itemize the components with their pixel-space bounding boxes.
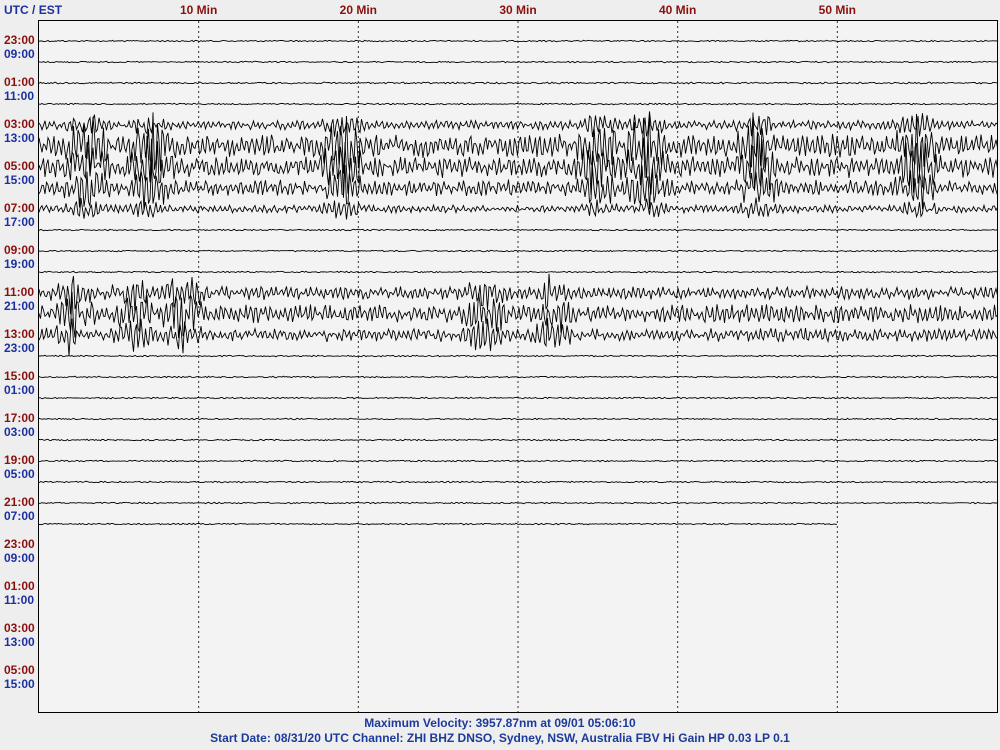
est-time-label: 15:00 [4, 173, 35, 187]
seismic-trace-row [39, 39, 997, 43]
utc-time-label: 23:00 [4, 537, 35, 551]
utc-time-label: 01:00 [4, 579, 35, 593]
seismic-trace-row [39, 102, 997, 106]
start-info-text: Start Date: 08/31/20 UTC Channel: ZHI BH… [210, 731, 790, 745]
est-time-label: 01:00 [4, 383, 35, 397]
utc-time-label: 13:00 [4, 327, 35, 341]
utc-time-label: 23:00 [4, 33, 35, 47]
utc-time-label: 17:00 [4, 411, 35, 425]
header-separator: / [32, 3, 36, 17]
minute-tick-label: 30 Min [499, 3, 537, 17]
time-zone-header: UTC / EST [4, 3, 62, 17]
seismic-trace-row [39, 111, 997, 138]
est-time-label: 09:00 [4, 551, 35, 565]
utc-time-label: 09:00 [4, 243, 35, 257]
utc-time-label: 21:00 [4, 495, 35, 509]
utc-header-label: UTC [4, 3, 29, 17]
seismic-trace-row [39, 417, 997, 421]
est-time-label: 17:00 [4, 215, 35, 229]
est-time-label: 13:00 [4, 131, 35, 145]
utc-time-label: 03:00 [4, 621, 35, 635]
est-time-label: 23:00 [4, 341, 35, 355]
est-time-label: 03:00 [4, 425, 35, 439]
utc-time-label: 03:00 [4, 117, 35, 131]
minute-tick-label: 50 Min [818, 3, 856, 17]
seismic-trace-row [39, 396, 997, 400]
est-time-label: 11:00 [4, 593, 35, 607]
utc-time-label: 15:00 [4, 369, 35, 383]
utc-time-label: 11:00 [4, 285, 35, 299]
seismogram-traces [39, 21, 997, 712]
utc-time-label: 05:00 [4, 663, 35, 677]
seismic-trace-row [39, 522, 837, 526]
minute-tick-label: 40 Min [658, 3, 697, 17]
est-header-label: EST [38, 3, 63, 17]
est-time-label: 05:00 [4, 467, 35, 481]
seismic-trace-row [39, 438, 997, 442]
utc-time-label: 05:00 [4, 159, 35, 173]
utc-time-label: 19:00 [4, 453, 35, 467]
est-time-label: 21:00 [4, 299, 35, 313]
est-time-label: 13:00 [4, 635, 35, 649]
est-time-label: 09:00 [4, 47, 35, 61]
seismic-trace-row [39, 228, 997, 232]
est-time-label: 07:00 [4, 509, 35, 523]
utc-time-label: 07:00 [4, 201, 35, 215]
est-time-label: 11:00 [4, 89, 35, 103]
seismic-trace-row [39, 249, 997, 253]
est-time-label: 19:00 [4, 257, 35, 271]
seismic-trace-row [39, 273, 997, 315]
utc-time-label: 01:00 [4, 75, 35, 89]
minute-tick-label: 20 Min [339, 3, 377, 17]
seismogram-plot [38, 20, 998, 713]
max-velocity-text: Maximum Velocity: 3957.87nm at 09/01 05:… [364, 716, 636, 730]
minute-tick-label: 10 Min [179, 3, 218, 17]
est-time-label: 15:00 [4, 677, 35, 691]
